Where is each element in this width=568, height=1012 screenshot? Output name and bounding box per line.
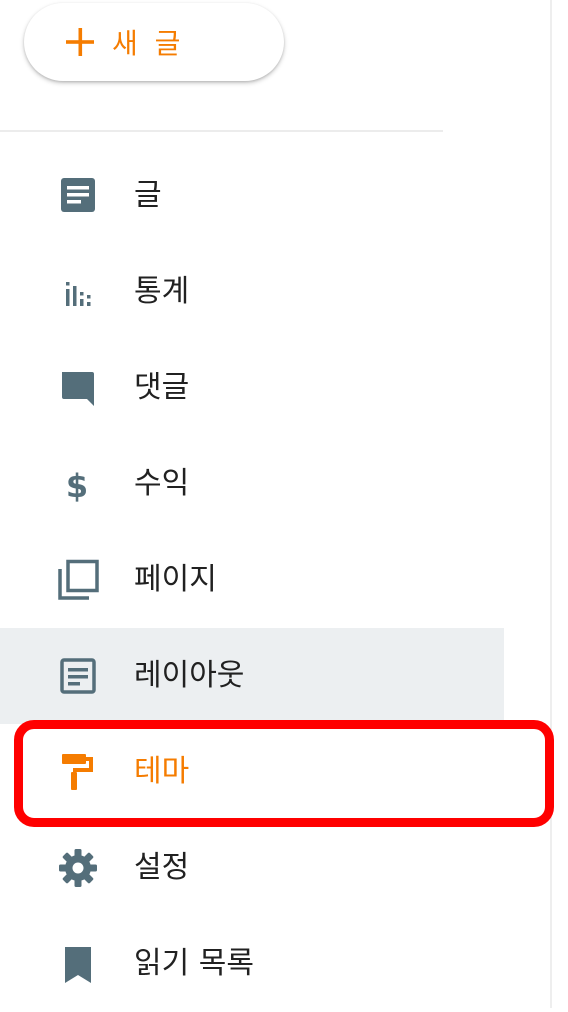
divider <box>0 130 443 132</box>
new-post-label: 새 글 <box>112 27 185 60</box>
sidebar-item-label: 레이아웃 <box>134 658 245 693</box>
sidebar-item-layout[interactable]: 레이아웃 <box>0 628 504 724</box>
sidebar-item-label: 읽기 목록 <box>134 946 254 981</box>
sidebar-item-label: 테마 <box>134 754 190 789</box>
new-post-button[interactable]: 새 글 <box>24 3 284 81</box>
comment-icon <box>62 372 94 406</box>
bookmark-icon <box>65 947 91 983</box>
posts-icon <box>61 178 95 212</box>
panel-border <box>550 0 552 1008</box>
sidebar-item-posts[interactable]: 글 <box>0 148 504 244</box>
sidebar-item-reading-list[interactable]: 읽기 목록 <box>0 916 504 1012</box>
svg-text:$: $ <box>66 467 88 505</box>
stats-icon <box>66 282 91 306</box>
sidebar-item-pages[interactable]: 페이지 <box>0 532 504 628</box>
sidebar-item-label: 글 <box>134 178 162 213</box>
sidebar-item-label: 수익 <box>134 466 190 501</box>
layout-icon <box>60 658 96 694</box>
sidebar-item-theme[interactable]: 테마 <box>0 724 504 820</box>
sidebar-item-earnings[interactable]: $ 수익 <box>0 436 504 532</box>
dollar-icon: $ <box>66 467 88 505</box>
pages-icon <box>58 559 99 600</box>
sidebar-item-label: 댓글 <box>134 370 190 405</box>
sidebar-item-label: 통계 <box>134 274 190 309</box>
sidebar-item-label: 설정 <box>134 850 190 885</box>
gear-icon <box>59 849 97 887</box>
sidebar-item-stats[interactable]: 통계 <box>0 244 504 340</box>
sidebar-item-comments[interactable]: 댓글 <box>0 340 504 436</box>
plus-icon <box>66 28 94 56</box>
sidebar-item-settings[interactable]: 설정 <box>0 820 504 916</box>
paint-roller-icon <box>62 754 93 790</box>
sidebar-item-label: 페이지 <box>134 562 217 597</box>
